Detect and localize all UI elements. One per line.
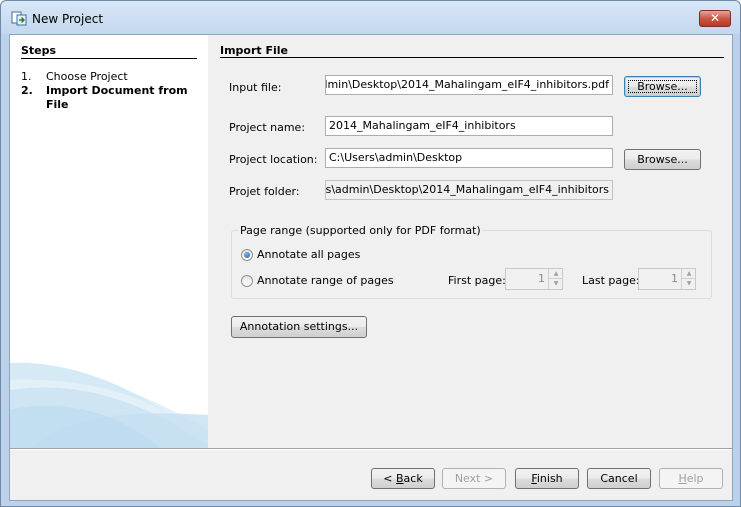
next-button[interactable]: Next > xyxy=(442,468,506,489)
page-range-title: Page range (supported only for PDF forma… xyxy=(238,224,483,237)
dialog-client: Steps 1. Choose Project 2. Import Docume… xyxy=(9,34,733,501)
project-name-field[interactable]: 2014_Mahalingam_eIF4_inhibitors xyxy=(325,116,613,136)
help-button[interactable]: Help xyxy=(659,468,723,489)
radio-selected-dot xyxy=(244,252,250,258)
annotate-range-radio[interactable] xyxy=(241,275,253,287)
project-location-field[interactable]: C:\Users\admin\Desktop xyxy=(325,148,613,168)
last-page-value: 1 xyxy=(671,272,678,285)
annotation-settings-button[interactable]: Annotation settings... xyxy=(231,316,367,338)
annotate-range-label[interactable]: Annotate range of pages xyxy=(257,274,394,287)
first-page-value: 1 xyxy=(538,272,545,285)
spinner-up-icon: ▲ xyxy=(682,269,696,279)
cancel-button[interactable]: Cancel xyxy=(587,468,651,489)
annotate-all-label[interactable]: Annotate all pages xyxy=(257,248,360,261)
project-name-label: Project name: xyxy=(229,121,306,134)
project-location-label: Project location: xyxy=(229,153,318,166)
spinner-down-icon: ▼ xyxy=(686,280,692,287)
project-icon xyxy=(11,10,27,26)
spinner-up-icon: ▲ xyxy=(549,269,563,279)
steps-panel: Steps 1. Choose Project 2. Import Docume… xyxy=(10,35,208,448)
project-folder-label: Projet folder: xyxy=(229,185,300,198)
dialog-window: New Project ✕ Steps 1. Choose Project 2.… xyxy=(0,0,741,507)
step-number: 2. xyxy=(21,84,33,97)
close-icon: ✕ xyxy=(709,11,721,25)
last-page-spinner: 1 ▲ ▼ xyxy=(638,268,696,290)
project-folder-field: C:\Users\admin\Desktop\2014_Mahalingam_e… xyxy=(325,180,613,200)
last-page-label: Last page: xyxy=(582,274,640,287)
browse-location-button[interactable]: Browse... xyxy=(624,149,701,170)
wizard-decoration xyxy=(10,362,208,448)
browse-input-file-button[interactable]: Browse... xyxy=(624,76,701,97)
input-file-field[interactable]: C:\Users\admin\Desktop\2014_Mahalingam_e… xyxy=(325,75,613,95)
first-page-spinner: 1 ▲ ▼ xyxy=(505,268,563,290)
steps-title: Steps xyxy=(21,44,57,57)
window-title: New Project xyxy=(32,12,104,26)
steps-divider xyxy=(21,58,197,59)
step-label: Choose Project xyxy=(46,70,128,83)
section-title: Import File xyxy=(220,44,289,57)
spinner-down-icon: ▼ xyxy=(553,280,559,287)
back-button[interactable]: < Back xyxy=(371,468,435,489)
title-bar[interactable]: New Project ✕ xyxy=(1,1,740,34)
finish-button[interactable]: Finish xyxy=(515,468,579,489)
input-file-label: Input file: xyxy=(229,81,282,94)
first-page-label: First page: xyxy=(448,274,506,287)
step-label: Import Document from File xyxy=(46,84,188,111)
import-file-panel: Import File Input file: C:\Users\admin\D… xyxy=(208,35,732,448)
section-divider xyxy=(220,57,724,58)
close-button[interactable]: ✕ xyxy=(699,10,731,27)
step-number: 1. xyxy=(21,70,32,83)
annotate-all-radio[interactable] xyxy=(241,249,253,261)
